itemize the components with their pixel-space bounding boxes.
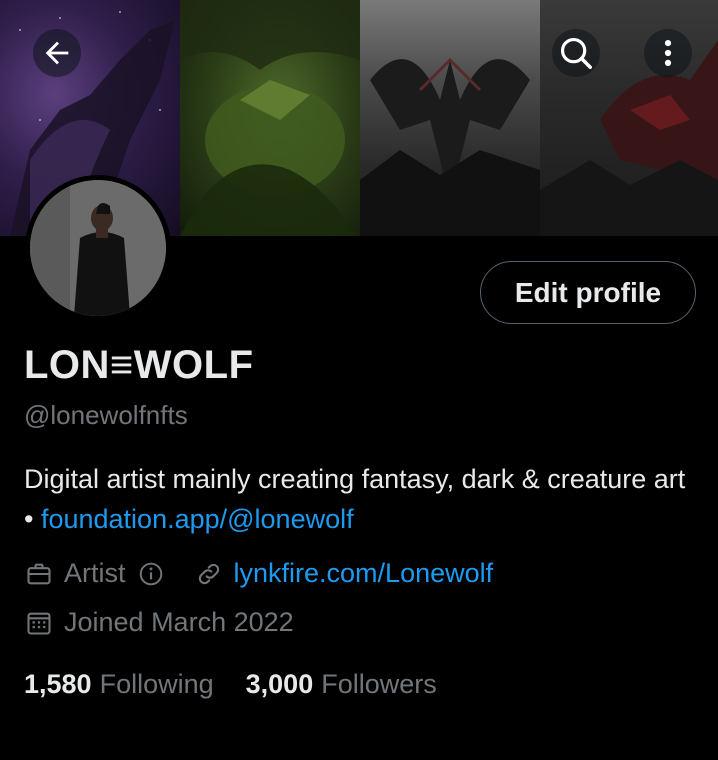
more-options-button[interactable]: [644, 29, 692, 77]
arrow-left-icon: [45, 41, 69, 65]
following-link[interactable]: 1,580 Following: [24, 669, 214, 700]
back-button[interactable]: [33, 29, 81, 77]
followers-label: Followers: [321, 669, 437, 699]
search-icon: [560, 37, 592, 69]
banner-image-green-dragon: [180, 0, 360, 236]
avatar-image: [30, 180, 166, 316]
joined-text: Joined March 2022: [64, 607, 294, 637]
edit-profile-button[interactable]: Edit profile: [480, 261, 696, 324]
banner-image-dark-dragon: [360, 0, 540, 236]
followers-count: 3,000: [245, 669, 314, 699]
avatar[interactable]: [25, 175, 171, 321]
category-text: Artist: [64, 558, 126, 588]
search-button[interactable]: [552, 29, 600, 77]
following-count: 1,580: [24, 669, 92, 699]
edit-profile-label: Edit profile: [514, 276, 662, 308]
more-vertical-icon: [664, 39, 672, 67]
follow-stats: 1,580 Following 3,000 Followers: [24, 669, 437, 700]
info-icon[interactable]: [136, 559, 166, 589]
profile-meta-joined: Joined March 2022: [24, 607, 294, 638]
link-icon: [194, 559, 224, 589]
calendar-icon: [24, 608, 54, 638]
user-handle: @lonewolfnfts: [24, 400, 188, 430]
display-name: LON≡WOLF: [24, 343, 254, 387]
profile-meta-category-website: Artist lynkfire.com/Lonewolf: [24, 558, 493, 589]
website-link[interactable]: lynkfire.com/Lonewolf: [234, 558, 494, 589]
followers-link[interactable]: 3,000 Followers: [246, 669, 437, 700]
briefcase-icon: [24, 559, 54, 589]
bio-link[interactable]: foundation.app/@lonewolf: [41, 504, 354, 534]
profile-bio: Digital artist mainly creating fantasy, …: [24, 459, 694, 539]
following-label: Following: [99, 669, 214, 699]
